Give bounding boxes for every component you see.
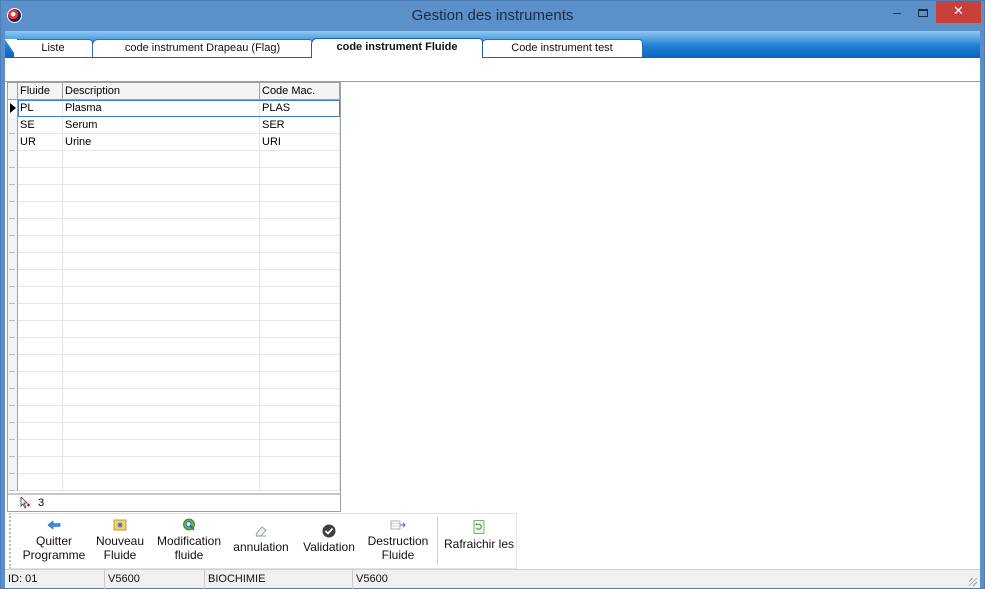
cell-fluide[interactable]: SE (18, 117, 63, 134)
empty-row (8, 355, 340, 372)
row-indicator (8, 117, 18, 134)
status-id: ID: 01 (5, 570, 105, 589)
new-fluid-label: Nouveau Fluide (95, 534, 145, 562)
validate-button[interactable]: Validation (297, 514, 361, 568)
table-row[interactable]: UR Urine URI (8, 134, 340, 151)
cell-fluide[interactable]: UR (18, 134, 63, 151)
selection-outline (18, 100, 340, 117)
empty-row (8, 304, 340, 321)
minimize-button[interactable]: – (884, 1, 910, 23)
resize-grip-icon[interactable] (969, 578, 977, 586)
tab-content: Fluide Description Code Mac. PL Plasma P… (5, 58, 980, 569)
cancel-button[interactable]: annulation (229, 514, 293, 568)
table-row[interactable]: PL Plasma PLAS (8, 100, 340, 117)
column-header-code-mac[interactable]: Code Mac. (260, 83, 340, 100)
empty-row (8, 253, 340, 270)
empty-row (8, 236, 340, 253)
empty-row (8, 372, 340, 389)
tab-drapeau-flag[interactable]: code instrument Drapeau (Flag) (92, 39, 313, 57)
cell-code-mac[interactable]: URI (260, 134, 340, 151)
refresh-button[interactable]: Rafraichir les (443, 514, 515, 568)
maximize-icon (918, 9, 928, 17)
back-arrow-icon (47, 520, 61, 530)
empty-row (8, 219, 340, 236)
eraser-icon (255, 526, 267, 537)
empty-row (8, 406, 340, 423)
modify-fluid-button[interactable]: Modification fluide (151, 514, 227, 568)
empty-row (8, 321, 340, 338)
status-department: BIOCHIMIE (205, 570, 353, 589)
new-folder-icon (113, 519, 127, 531)
row-indicator (8, 134, 18, 151)
table-row[interactable]: SE Serum SER (8, 117, 340, 134)
empty-row (8, 287, 340, 304)
empty-row (8, 457, 340, 474)
refresh-label: Rafraichir les (443, 537, 515, 551)
quit-button[interactable]: Quitter Programme (17, 514, 91, 568)
cancel-label: annulation (233, 540, 289, 554)
cell-description[interactable]: Urine (63, 134, 260, 151)
current-row-arrow-icon (10, 103, 16, 113)
empty-row (8, 440, 340, 457)
empty-row (8, 168, 340, 185)
tab-liste[interactable]: Liste (5, 39, 93, 57)
quit-label: Quitter Programme (22, 534, 86, 562)
row-indicator (8, 100, 18, 117)
empty-row (8, 202, 340, 219)
column-header-fluide[interactable]: Fluide (18, 83, 63, 100)
status-bar: ID: 01 V5600 BIOCHIMIE V5600 (5, 569, 980, 589)
cursor-add-icon (20, 497, 30, 509)
cell-description[interactable]: Serum (63, 117, 260, 134)
cell-code-mac[interactable]: SER (260, 117, 340, 134)
empty-row (8, 474, 340, 491)
destroy-fluid-label: Destruction Fluide (367, 534, 429, 562)
tab-strip: Liste code instrument Drapeau (Flag) Cod… (5, 31, 980, 58)
modify-fluid-label: Modification fluide (156, 534, 222, 562)
tab-code-instrument-test[interactable]: Code instrument test (481, 39, 643, 57)
destroy-fluid-button[interactable]: Destruction Fluide (363, 514, 433, 568)
empty-row (8, 151, 340, 168)
action-toolbar: Quitter Programme Nouveau Fluide Modific… (9, 513, 517, 569)
validate-label: Validation (303, 540, 355, 554)
delete-row-icon (390, 520, 406, 530)
record-count: 3 (38, 497, 45, 509)
empty-row (8, 185, 340, 202)
header-indicator (8, 83, 18, 100)
window-title: Gestion des instruments (411, 7, 574, 24)
status-model: V5600 (356, 573, 388, 585)
app-window: Gestion des instruments – ✕ Liste code i… (0, 0, 985, 589)
status-instrument: V5600 (105, 570, 205, 589)
maximize-button[interactable] (910, 1, 936, 23)
column-header-description[interactable]: Description (63, 83, 260, 100)
close-button[interactable]: ✕ (936, 1, 981, 23)
grid-header: Fluide Description Code Mac. (8, 83, 340, 100)
new-fluid-button[interactable]: Nouveau Fluide (91, 514, 149, 568)
empty-row (8, 389, 340, 406)
grid-footer: 3 (8, 493, 340, 511)
magnifier-edit-icon (183, 518, 195, 531)
toolbar-separator (437, 517, 438, 565)
title-bar[interactable]: Gestion des instruments – ✕ (1, 1, 984, 31)
empty-row (8, 338, 340, 355)
fluid-grid[interactable]: Fluide Description Code Mac. PL Plasma P… (7, 82, 341, 512)
empty-row (8, 423, 340, 440)
tab-code-instrument-fluide[interactable]: code instrument Fluide (311, 38, 483, 58)
empty-row (8, 270, 340, 287)
checkmark-icon (322, 524, 336, 538)
refresh-document-icon (473, 520, 485, 534)
